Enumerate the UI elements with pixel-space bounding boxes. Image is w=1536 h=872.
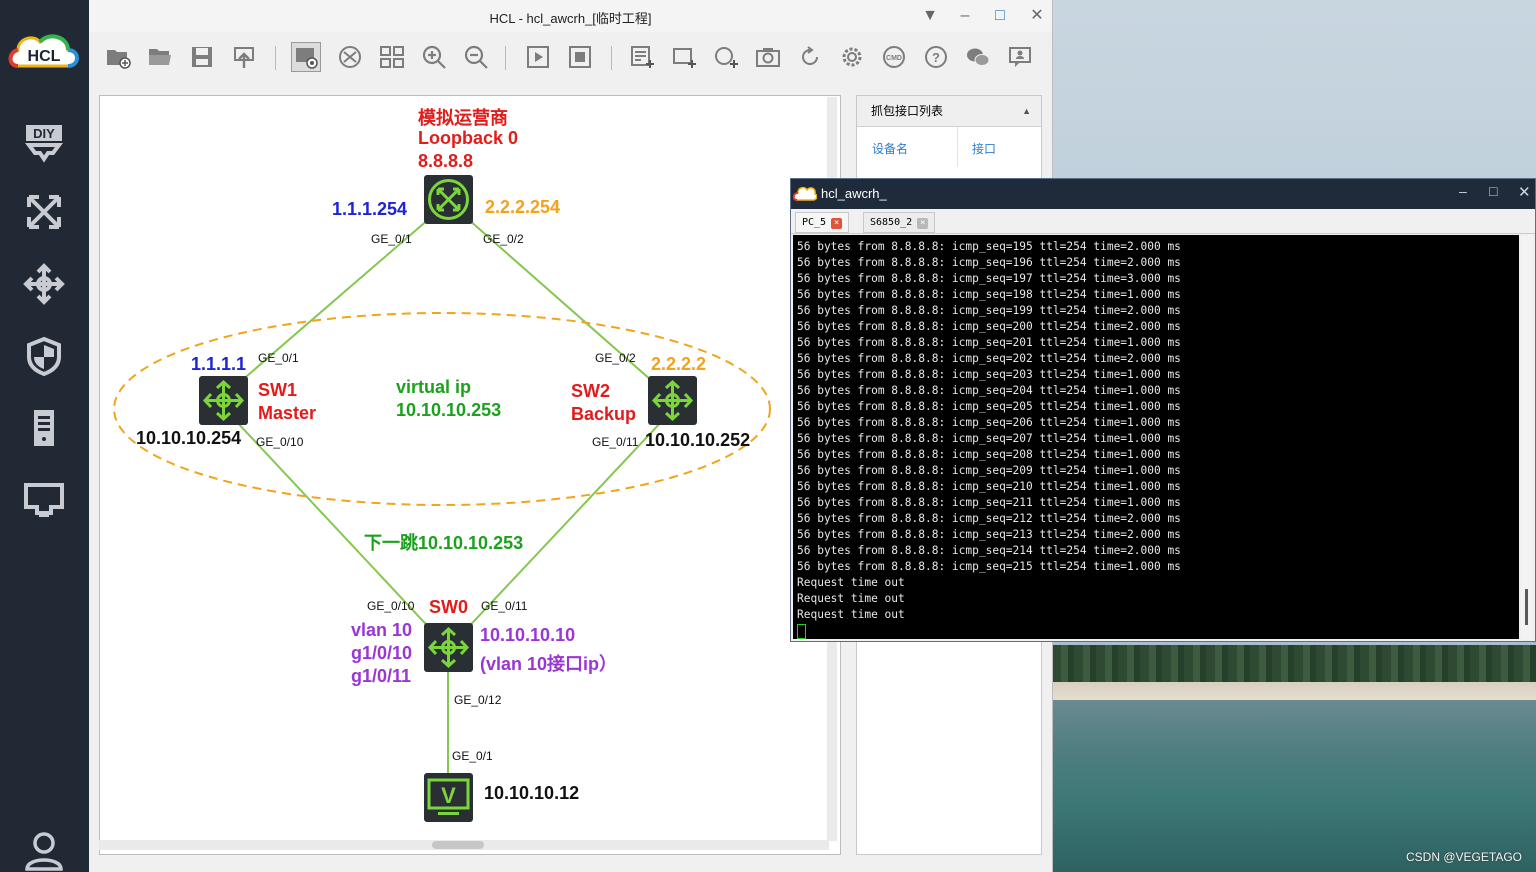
tab-label: PC_5: [802, 217, 827, 228]
hcl-cloud-icon: [793, 186, 817, 201]
sw1-role: Master: [258, 403, 317, 423]
terminal-line: 56 bytes from 8.8.8.8: icmp_seq=206 ttl=…: [797, 416, 1181, 429]
pc-host-icon[interactable]: V: [424, 773, 473, 822]
terminal-line: Request time out: [797, 576, 905, 589]
sw2-name: SW2: [571, 381, 611, 401]
sw1-ip-top: 1.1.1.1: [191, 354, 247, 374]
terminal-line: 56 bytes from 8.8.8.8: icmp_seq=212 ttl=…: [797, 512, 1181, 525]
terminal-title: hcl_awcrh_: [821, 186, 887, 201]
terminal-scrollbar[interactable]: [1521, 235, 1533, 639]
sw0-switch-icon[interactable]: [424, 623, 473, 672]
sw1-name: SW1: [258, 380, 298, 400]
vrrp-label: virtual ip: [396, 377, 472, 397]
tab-close-icon[interactable]: ×: [917, 218, 929, 229]
sw0-port-left: GE_0/10: [367, 599, 415, 613]
terminal-line: 56 bytes from 8.8.8.8: icmp_seq=207 ttl=…: [797, 432, 1181, 445]
pc-port: GE_0/1: [452, 749, 493, 763]
sw2-role: Backup: [571, 404, 637, 424]
terminal-line: 56 bytes from 8.8.8.8: icmp_seq=196 ttl=…: [797, 256, 1181, 269]
sw1-ip-bottom: 10.10.10.254: [136, 428, 242, 448]
sw1-port-down: GE_0/10: [256, 435, 304, 449]
isp-loopback: Loopback 0: [418, 128, 519, 148]
terminal-line: 56 bytes from 8.8.8.8: icmp_seq=198 ttl=…: [797, 288, 1181, 301]
terminal-scroll-thumb[interactable]: [1525, 589, 1528, 625]
terminal-line: Request time out: [797, 592, 905, 605]
terminal-window: hcl_awcrh_ – □ ✕ PC_5 × S6850_2 × 56 bytes…: [790, 178, 1536, 642]
terminal-line: 56 bytes from 8.8.8.8: icmp_seq=205 ttl=…: [797, 400, 1181, 413]
terminal-line: 56 bytes from 8.8.8.8: icmp_seq=197 ttl=…: [797, 272, 1181, 285]
sw0-port-down: GE_0/12: [454, 693, 502, 707]
terminal-tabs: PC_5 × S6850_2 ×: [791, 209, 1535, 234]
isp-ip-right: 2.2.2.254: [485, 197, 561, 217]
isp-port-left: GE_0/1: [371, 232, 412, 246]
isp-port-right: GE_0/2: [483, 232, 524, 246]
sw2-ip-top: 2.2.2.2: [651, 354, 707, 374]
sw0-name: SW0: [429, 597, 469, 617]
sw2-switch-icon[interactable]: [648, 376, 697, 425]
terminal-line: 56 bytes from 8.8.8.8: icmp_seq=208 ttl=…: [797, 448, 1181, 461]
isp-router-icon[interactable]: [424, 175, 473, 224]
sw2-ip-bottom: 10.10.10.252: [645, 430, 751, 450]
sw0-ip: 10.10.10.10: [480, 625, 576, 645]
terminal-output[interactable]: 56 bytes from 8.8.8.8: icmp_seq=195 ttl=…: [793, 235, 1519, 639]
terminal-line: 56 bytes from 8.8.8.8: icmp_seq=204 ttl=…: [797, 384, 1181, 397]
tab-s6850-2[interactable]: S6850_2 ×: [863, 212, 936, 233]
sw0-vlan-line-2: g1/0/10: [351, 643, 413, 663]
terminal-minimize-icon[interactable]: –: [1459, 183, 1467, 199]
terminal-line: 56 bytes from 8.8.8.8: icmp_seq=211 ttl=…: [797, 496, 1181, 509]
isp-ip-left: 1.1.1.254: [332, 199, 408, 219]
terminal-maximize-icon[interactable]: □: [1489, 183, 1497, 199]
terminal-line: Request time out: [797, 608, 905, 621]
pc-ip: 10.10.10.12: [484, 783, 580, 803]
sw0-vlan-line-3: g1/0/11: [351, 666, 412, 686]
sw0-ip-note: (vlan 10接口ip）: [480, 654, 618, 674]
terminal-lines: 56 bytes from 8.8.8.8: icmp_seq=195 ttl=…: [793, 235, 1519, 639]
terminal-line: 56 bytes from 8.8.8.8: icmp_seq=195 ttl=…: [797, 240, 1181, 253]
terminal-close-icon[interactable]: ✕: [1518, 183, 1531, 201]
tab-pc5[interactable]: PC_5 ×: [795, 212, 850, 233]
isp-loopback-ip: 8.8.8.8: [418, 151, 474, 171]
tab-close-icon[interactable]: ×: [831, 218, 843, 229]
tab-label: S6850_2: [870, 217, 913, 228]
terminal-line: 56 bytes from 8.8.8.8: icmp_seq=214 ttl=…: [797, 544, 1181, 557]
sw0-vlan-line-1: vlan 10: [351, 620, 413, 640]
terminal-line: 56 bytes from 8.8.8.8: icmp_seq=200 ttl=…: [797, 320, 1181, 333]
pc-glyph: V: [441, 783, 456, 808]
terminal-title-bar: hcl_awcrh_ – □ ✕: [791, 179, 1535, 209]
terminal-cursor: [797, 623, 806, 639]
terminal-line: 56 bytes from 8.8.8.8: icmp_seq=213 ttl=…: [797, 528, 1181, 541]
next-hop-label: 下一跳10.10.10.253: [364, 533, 524, 553]
sw0-port-right: GE_0/11: [481, 599, 528, 613]
sw1-switch-icon[interactable]: [199, 376, 248, 425]
terminal-line: 56 bytes from 8.8.8.8: icmp_seq=210 ttl=…: [797, 480, 1181, 493]
terminal-line: 56 bytes from 8.8.8.8: icmp_seq=199 ttl=…: [797, 304, 1181, 317]
vrrp-virtual-ip: 10.10.10.253: [396, 400, 502, 420]
sw1-port-up: GE_0/1: [258, 351, 299, 365]
terminal-line: 56 bytes from 8.8.8.8: icmp_seq=215 ttl=…: [797, 560, 1181, 573]
terminal-line: 56 bytes from 8.8.8.8: icmp_seq=209 ttl=…: [797, 464, 1181, 477]
terminal-line: 56 bytes from 8.8.8.8: icmp_seq=201 ttl=…: [797, 336, 1181, 349]
terminal-line: 56 bytes from 8.8.8.8: icmp_seq=202 ttl=…: [797, 352, 1181, 365]
sw2-port-down: GE_0/11: [592, 435, 639, 449]
sw2-port-up: GE_0/2: [595, 351, 636, 365]
terminal-line: 56 bytes from 8.8.8.8: icmp_seq=203 ttl=…: [797, 368, 1181, 381]
isp-title: 模拟运营商: [418, 108, 508, 128]
